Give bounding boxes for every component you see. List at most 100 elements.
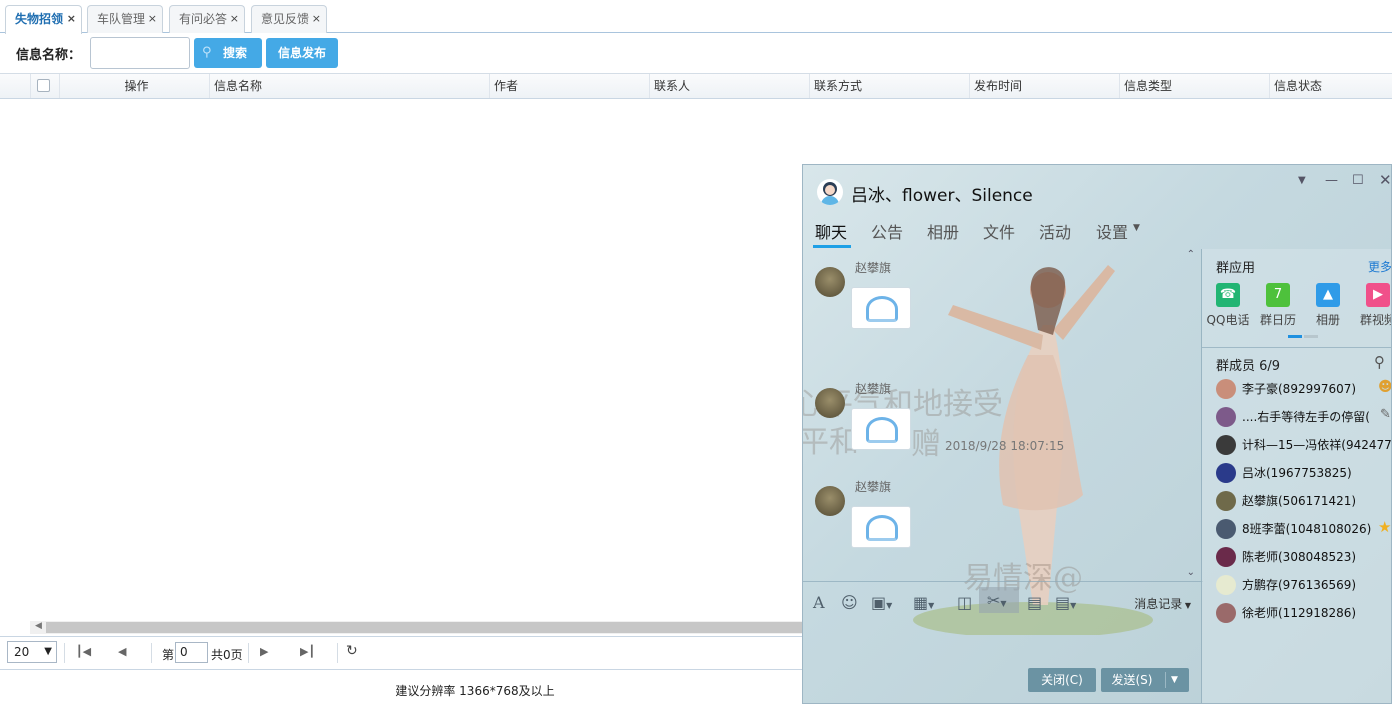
group-avatar[interactable] (817, 179, 843, 205)
avatar[interactable] (1216, 463, 1236, 483)
member-row[interactable]: 计科—15—冯依祥(9424778 (1214, 433, 1391, 457)
avatar[interactable] (1216, 519, 1236, 539)
publish-button[interactable]: 信息发布 (266, 38, 338, 68)
scroll-up-icon[interactable]: ⌃ (1187, 249, 1195, 260)
active-tab-indicator (813, 245, 851, 248)
avatar[interactable] (1216, 575, 1236, 595)
col-info-type[interactable]: 信息类型 (1119, 74, 1269, 98)
close-icon[interactable]: × (230, 6, 239, 32)
tab-settings[interactable]: 设置 (1096, 219, 1128, 243)
col-operation[interactable]: 操作 (59, 74, 209, 98)
prev-page-icon[interactable]: ◀ (118, 645, 126, 658)
col-contact-method[interactable]: 联系方式 (809, 74, 969, 98)
chevron-down-icon[interactable]: ▼ (1133, 223, 1140, 233)
chevron-down-icon: ▼ (1182, 601, 1191, 610)
member-row[interactable]: 徐老师(112918286) (1214, 601, 1391, 625)
tab-announcement[interactable]: 公告 (871, 219, 903, 243)
member-row[interactable]: 方鹏存(976136569) (1214, 573, 1391, 597)
image-icon[interactable]: ▦▼ (913, 593, 934, 612)
avatar[interactable] (1216, 547, 1236, 567)
close-window-icon[interactable]: ✕ (1379, 171, 1391, 189)
tab-qa[interactable]: 有问必答 × (169, 5, 245, 33)
member-row[interactable]: 李子豪(892997607) ☻ (1214, 377, 1391, 401)
app-qq-call[interactable]: ☎ QQ电话 (1203, 283, 1253, 328)
message-area[interactable]: ⌃ 赵攀旗 2018/9/28 18:07:15 赵攀旗 赵攀旗 ⌄ (803, 249, 1203, 579)
member-row[interactable]: 赵攀旗(506171421) (1214, 489, 1391, 513)
tab-lost-found[interactable]: 失物招领 × (5, 5, 82, 34)
tab-activity[interactable]: 活动 (1039, 219, 1071, 243)
member-row[interactable]: 吕冰(1967753825) (1214, 461, 1391, 485)
avatar[interactable] (815, 388, 845, 418)
select-all-checkbox[interactable] (37, 79, 50, 92)
tab-feedback[interactable]: 意见反馈 × (251, 5, 327, 33)
tab-chat[interactable]: 聊天 (815, 219, 847, 243)
avatar[interactable] (1216, 407, 1236, 427)
last-page-icon[interactable]: ▶┃ (300, 645, 315, 658)
close-chat-button[interactable]: 关闭(C) (1028, 668, 1096, 692)
scroll-left-icon[interactable]: ◀ (35, 621, 42, 631)
col-contact[interactable]: 联系人 (649, 74, 809, 98)
tab-files[interactable]: 文件 (983, 219, 1015, 243)
chevron-down-icon[interactable]: ▼ (1171, 668, 1178, 692)
member-row[interactable]: 陈老师(308048523) (1214, 545, 1391, 569)
page-number-input[interactable]: 0 (175, 642, 208, 663)
horizontal-scrollbar[interactable]: ◀ (30, 621, 802, 634)
col-author[interactable]: 作者 (489, 74, 649, 98)
avatar[interactable] (815, 267, 845, 297)
image-message[interactable] (851, 408, 911, 450)
message-input[interactable] (803, 619, 1201, 663)
archive-icon[interactable]: ▤ (1027, 593, 1042, 612)
history-link[interactable]: 消息记录 ▼ (1134, 595, 1191, 612)
refresh-icon[interactable]: ↻ (346, 643, 358, 659)
tab-fleet[interactable]: 车队管理 × (87, 5, 163, 33)
image-message[interactable] (851, 506, 911, 548)
close-icon[interactable]: × (67, 6, 76, 32)
app-group-video[interactable]: ▶ 群视频 (1353, 283, 1391, 328)
app-group-calendar[interactable]: 7 群日历 (1253, 283, 1303, 328)
close-icon[interactable]: × (148, 6, 157, 32)
dropdown-arrow-icon[interactable]: ▼ (1298, 175, 1306, 186)
first-page-icon[interactable]: ┃◀ (76, 645, 91, 658)
tab-album[interactable]: 相册 (927, 219, 959, 243)
minimize-icon[interactable]: — (1325, 173, 1338, 188)
image-message[interactable] (851, 287, 911, 329)
gif-icon[interactable]: ▣▼ (871, 593, 892, 612)
scroll-down-icon[interactable]: ⌄ (1187, 567, 1195, 578)
next-page-icon[interactable]: ▶ (260, 645, 268, 658)
avatar[interactable] (1216, 491, 1236, 511)
carousel-indicator[interactable] (1288, 335, 1318, 338)
gift-icon[interactable]: ◫ (957, 593, 972, 612)
avatar[interactable] (815, 486, 845, 516)
screenshot-icon[interactable]: ✂▼ (979, 587, 1019, 613)
emoji-icon[interactable]: ☺ (841, 593, 858, 612)
maximize-icon[interactable]: ☐ (1352, 173, 1364, 188)
member-name: 吕冰(1967753825) (1242, 466, 1352, 480)
col-publish-time[interactable]: 发布时间 (969, 74, 1119, 98)
search-button[interactable]: ⚲ 搜索 (194, 38, 262, 68)
scrollbar-thumb[interactable] (46, 622, 802, 633)
info-name-input[interactable] (90, 37, 190, 69)
close-icon[interactable]: × (312, 6, 321, 32)
info-name-label: 信息名称： (16, 48, 82, 63)
edit-icon[interactable]: ✎ (1380, 407, 1391, 422)
send-button[interactable]: 发送(S) ▼ (1101, 668, 1189, 692)
avatar[interactable] (1216, 379, 1236, 399)
member-row[interactable]: 8班李蕾(1048108026) ★ (1214, 517, 1391, 541)
photo-icon: ▲ (1316, 283, 1340, 307)
avatar[interactable] (1216, 435, 1236, 455)
message-timestamp: 2018/9/28 18:07:15 (945, 439, 1065, 453)
divider (337, 643, 338, 663)
member-row[interactable]: ....右手等待左手の停留(✎ (1214, 405, 1391, 429)
more-tools-icon[interactable]: ▤▼ (1055, 593, 1076, 612)
font-icon[interactable]: A (813, 593, 825, 612)
search-toolbar: 信息名称： ⚲ 搜索 信息发布 (0, 33, 1392, 73)
group-chat-window[interactable]: 心平气和地接受 平和 赠 易情深@ 吕冰、flower、Silence ▼ — … (802, 164, 1392, 704)
app-album[interactable]: ▲ 相册 (1303, 283, 1353, 328)
avatar[interactable] (1216, 603, 1236, 623)
page-size-select[interactable]: 20 ▼ (7, 641, 57, 663)
col-info-name[interactable]: 信息名称 (209, 74, 489, 98)
col-info-status[interactable]: 信息状态 (1269, 74, 1392, 98)
search-icon[interactable]: ⚲ (1374, 353, 1385, 371)
more-apps-link[interactable]: 更多 (1368, 258, 1391, 275)
message-sender: 赵攀旗 (855, 261, 892, 275)
